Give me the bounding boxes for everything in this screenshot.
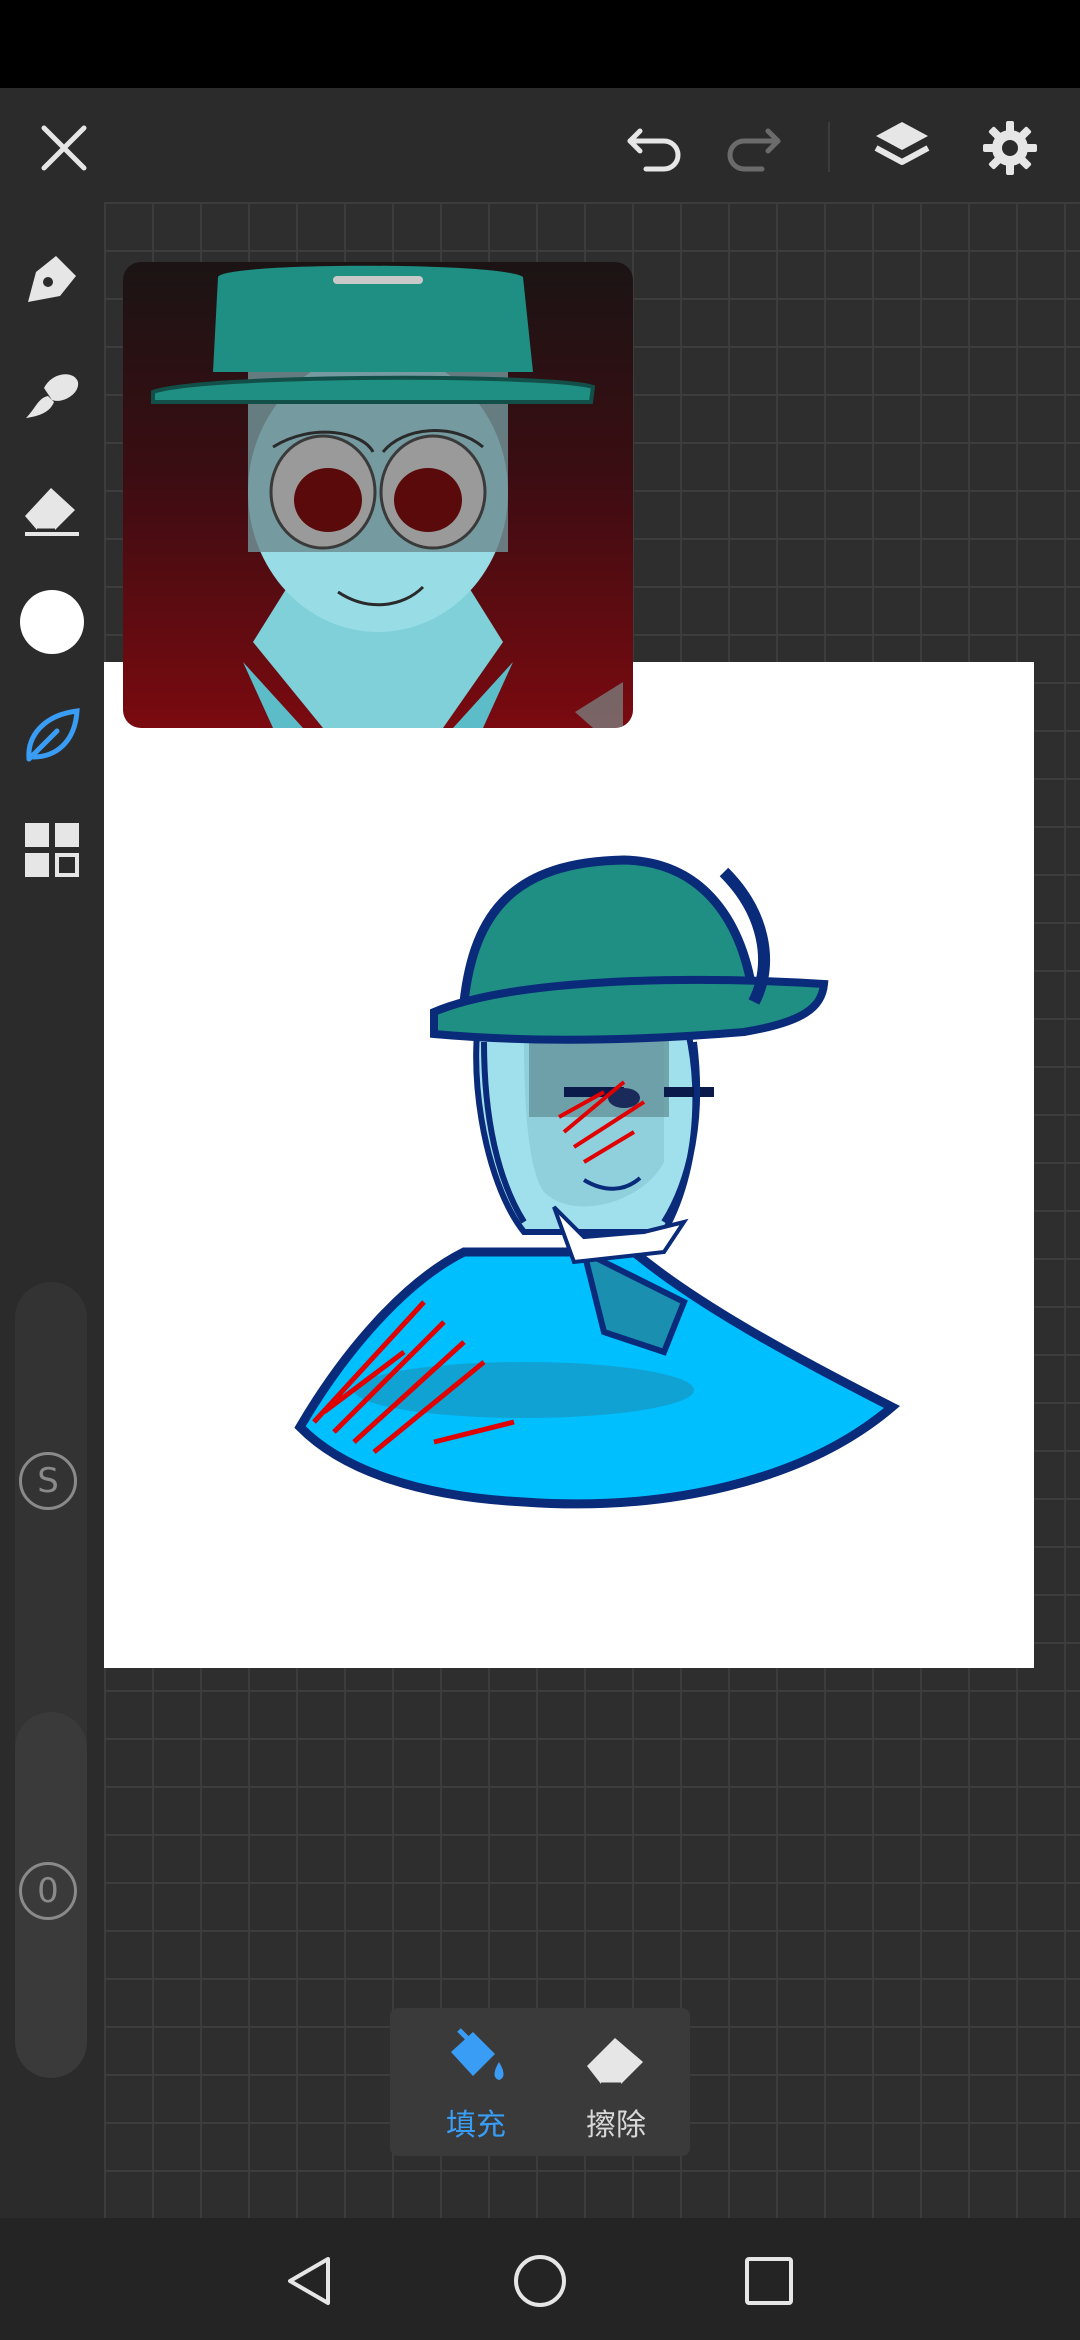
- layers-icon: [874, 122, 930, 165]
- toolbar-divider: [828, 122, 830, 172]
- redo-button[interactable]: [714, 110, 790, 186]
- eraser-icon: [587, 2038, 643, 2086]
- reference-drag-handle[interactable]: [333, 276, 423, 284]
- erase-label: 擦除: [586, 2108, 646, 2143]
- brush-size-label: S: [19, 1452, 77, 1510]
- brush-opacity-label: 0: [19, 1862, 77, 1920]
- erase-fill-button[interactable]: 擦除: [556, 2028, 676, 2144]
- undo-button[interactable]: [618, 110, 694, 186]
- close-button[interactable]: [26, 110, 102, 186]
- fill-button[interactable]: 填充: [416, 2028, 536, 2144]
- back-icon: [288, 2257, 330, 2305]
- top-toolbar: [0, 88, 1080, 202]
- color-picker-button[interactable]: [12, 582, 92, 662]
- grid-menu-icon: [25, 823, 79, 877]
- tool-sidebar: S 0: [0, 202, 104, 2218]
- more-tools-button[interactable]: [12, 810, 92, 890]
- eraser-tool-button[interactable]: [12, 468, 92, 548]
- status-bar: [0, 0, 1080, 88]
- leaf-brush-tool-button[interactable]: [12, 696, 92, 776]
- reference-image-window[interactable]: [123, 262, 633, 728]
- home-button[interactable]: [505, 2246, 575, 2316]
- pen-icon: [28, 256, 76, 302]
- redo-icon: [727, 128, 781, 172]
- recents-icon: [745, 2257, 793, 2305]
- leaf-brush-icon: [26, 708, 80, 762]
- home-icon: [514, 2255, 566, 2307]
- reference-image: [151, 265, 623, 728]
- color-swatch: [20, 590, 84, 654]
- fill-label: 填充: [446, 2108, 506, 2143]
- fill-tool-panel: 填充 擦除: [390, 2008, 690, 2156]
- system-nav-bar: [0, 2218, 1080, 2340]
- eraser-icon: [25, 488, 79, 536]
- pen-tool-button[interactable]: [12, 240, 92, 320]
- paint-bucket-icon: [451, 2028, 504, 2080]
- settings-button[interactable]: [972, 110, 1048, 186]
- layers-button[interactable]: [864, 110, 940, 186]
- brush-icon: [26, 374, 79, 418]
- recents-button[interactable]: [734, 2246, 804, 2316]
- character-drawing: [294, 855, 901, 1509]
- drawing-canvas[interactable]: [104, 662, 1034, 1668]
- undo-icon: [627, 128, 681, 172]
- brush-tool-button[interactable]: [12, 354, 92, 434]
- close-icon: [41, 125, 87, 171]
- gear-icon: [983, 121, 1037, 175]
- back-button[interactable]: [274, 2246, 344, 2316]
